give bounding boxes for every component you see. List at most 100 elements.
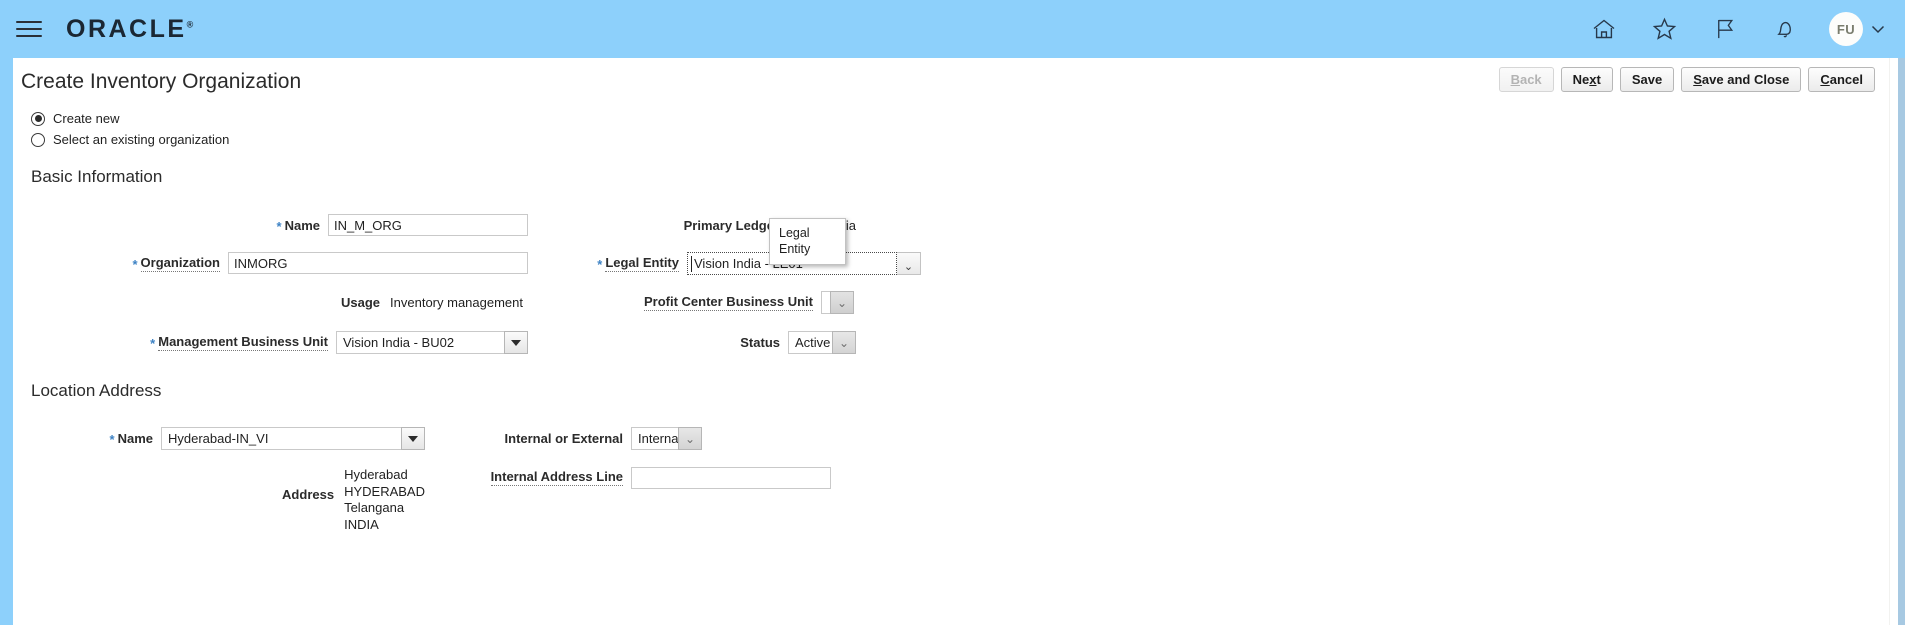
name-label-text: Name — [284, 217, 320, 233]
organization-label-text[interactable]: Organization — [140, 255, 220, 272]
address-line: HYDERABAD — [344, 483, 425, 499]
next-button[interactable]: Ne x t — [1560, 67, 1613, 92]
internal-or-external-dropdown-icon[interactable]: ⌄ — [678, 427, 702, 450]
location-name-label: * Name — [110, 431, 161, 446]
back-button-accel: B — [1510, 72, 1520, 87]
form-row-address: Address Hyderabad HYDERABAD Telangana IN… — [13, 467, 1889, 533]
application-root: ORACLE® FU Create Inventory Organization… — [0, 0, 1905, 625]
hamburger-line — [16, 35, 42, 37]
legal-entity-search-icon[interactable]: ⌄ — [897, 252, 921, 275]
page-content: Create Inventory Organization Back Ne x t … — [13, 58, 1889, 625]
address-line: Hyderabad — [344, 467, 408, 482]
status-select[interactable]: Active ⌄ — [788, 331, 856, 354]
hamburger-menu-icon[interactable] — [16, 16, 46, 42]
management-business-unit-value[interactable]: Vision India - BU02 — [336, 331, 504, 354]
radio-create-new-label: Create new — [53, 111, 120, 126]
avatar[interactable]: FU — [1829, 12, 1863, 46]
profit-center-business-unit-label: Profit Center Business Unit — [643, 294, 821, 311]
location-name-label-text: Name — [117, 431, 153, 446]
location-name-value[interactable]: Hyderabad-IN_VI — [161, 427, 401, 450]
profit-center-business-unit-select[interactable]: ⌄ — [821, 291, 854, 314]
address-value: Hyderabad HYDERABAD Telangana INDIA — [342, 467, 425, 533]
form-row-organization: * Organization INMORG * Legal Entity Vis… — [13, 218, 1889, 283]
chevron-down-icon: ⌄ — [684, 431, 696, 446]
form-row-location-name: * Name Hyderabad-IN_VI Internal or Exter… — [13, 427, 1889, 458]
required-asterisk: * — [132, 256, 138, 272]
legal-entity-tooltip: Legal Entity — [769, 218, 846, 265]
radio-select-existing[interactable]: Select an existing organization — [31, 129, 1889, 150]
next-button-accel: x — [1589, 72, 1597, 87]
name-label: * Name — [277, 218, 328, 233]
internal-address-line-label-text[interactable]: Internal Address Line — [490, 469, 623, 486]
profit-center-dropdown-icon[interactable]: ⌄ — [830, 291, 854, 314]
form-row-name: * Name IN_M_ORG Primary Ledger Vision In… — [13, 214, 1889, 245]
usage-value: Inventory management — [390, 294, 523, 310]
form-row-management-business-unit: * Management Business Unit Vision India … — [13, 331, 1889, 362]
home-icon[interactable] — [1589, 14, 1619, 44]
management-business-unit-dropdown-icon[interactable] — [504, 331, 528, 354]
cancel-button-accel: C — [1820, 72, 1830, 87]
global-header: ORACLE® FU — [0, 0, 1905, 58]
profit-center-label-text[interactable]: Profit Center Business Unit — [643, 294, 813, 311]
required-asterisk: * — [276, 218, 282, 234]
bell-icon[interactable] — [1769, 14, 1799, 44]
location-name-select[interactable]: Hyderabad-IN_VI — [161, 427, 425, 450]
left-gutter — [0, 58, 13, 625]
page-title: Create Inventory Organization — [21, 70, 302, 93]
address-line: INDIA — [344, 516, 379, 532]
location-name-dropdown-icon[interactable] — [401, 427, 425, 450]
location-address-form: * Name Hyderabad-IN_VI Internal or Exter… — [13, 401, 1889, 533]
page-action-buttons: Back Ne x t Save Save and Close Cancel — [1498, 67, 1875, 92]
internal-address-line-input[interactable] — [631, 467, 831, 489]
status-dropdown-icon[interactable]: ⌄ — [832, 331, 856, 354]
basic-information-heading: Basic Information — [31, 167, 163, 186]
radio-select-existing-input[interactable] — [31, 132, 45, 147]
cancel-button[interactable]: Cancel — [1808, 67, 1875, 92]
internal-or-external-select[interactable]: Internal ⌄ — [631, 427, 702, 450]
save-and-close-button[interactable]: Save and Close — [1681, 67, 1802, 92]
name-input[interactable]: IN_M_ORG — [328, 214, 528, 236]
user-menu[interactable]: FU — [1829, 12, 1885, 46]
required-asterisk: * — [597, 257, 603, 272]
management-business-unit-select[interactable]: Vision India - BU02 — [336, 331, 528, 354]
oracle-logo-trademark: ® — [186, 19, 194, 30]
status-value[interactable]: Active — [788, 331, 832, 354]
management-business-unit-label-text[interactable]: Management Business Unit — [158, 334, 328, 351]
hamburger-line — [16, 21, 42, 23]
radio-create-new-input[interactable] — [31, 111, 45, 126]
address-label: Address — [282, 487, 335, 502]
right-page-edge — [1889, 58, 1898, 625]
chevron-down-icon: ⌄ — [838, 335, 850, 350]
back-button: Back — [1498, 67, 1554, 92]
favorites-star-icon[interactable] — [1649, 14, 1679, 44]
oracle-logo-text: ORACLE — [66, 14, 187, 43]
profit-center-value[interactable] — [821, 291, 830, 314]
address-line: Telangana — [344, 500, 405, 515]
save-and-close-accel: S — [1693, 72, 1702, 87]
primary-ledger-label: Primary Ledger — [683, 217, 779, 233]
organization-input[interactable]: INMORG — [228, 252, 528, 274]
internal-or-external-label: Internal or External — [504, 431, 623, 446]
required-asterisk: * — [109, 432, 115, 447]
radio-select-existing-label: Select an existing organization — [53, 132, 230, 147]
location-address-heading: Location Address — [31, 381, 162, 400]
required-asterisk: * — [150, 336, 156, 351]
basic-information-form: * Name IN_M_ORG Primary Ledger Vision In… — [13, 187, 1889, 362]
status-label: Status — [740, 335, 780, 350]
management-business-unit-label: * Management Business Unit — [150, 334, 336, 351]
save-button[interactable]: Save — [1619, 67, 1675, 92]
legal-entity-label: * Legal Entity — [537, 255, 687, 272]
chevron-down-icon: ⌄ — [836, 295, 848, 310]
legal-entity-label-text[interactable]: Legal Entity — [605, 255, 679, 272]
usage-label: Usage — [341, 294, 381, 310]
radio-create-new[interactable]: Create new — [31, 108, 1889, 129]
organization-label: * Organization — [132, 255, 228, 272]
page-scrollbar[interactable] — [1898, 58, 1905, 625]
form-row-usage: Usage Inventory management Profit Center… — [13, 291, 1889, 322]
internal-or-external-value[interactable]: Internal — [631, 427, 681, 450]
global-header-actions: FU — [1589, 12, 1905, 46]
caret-down-icon — [408, 435, 418, 442]
flag-icon[interactable] — [1709, 14, 1739, 44]
page-header: Create Inventory Organization Back Ne x t … — [13, 58, 1889, 100]
chevron-down-icon[interactable] — [1871, 25, 1885, 34]
